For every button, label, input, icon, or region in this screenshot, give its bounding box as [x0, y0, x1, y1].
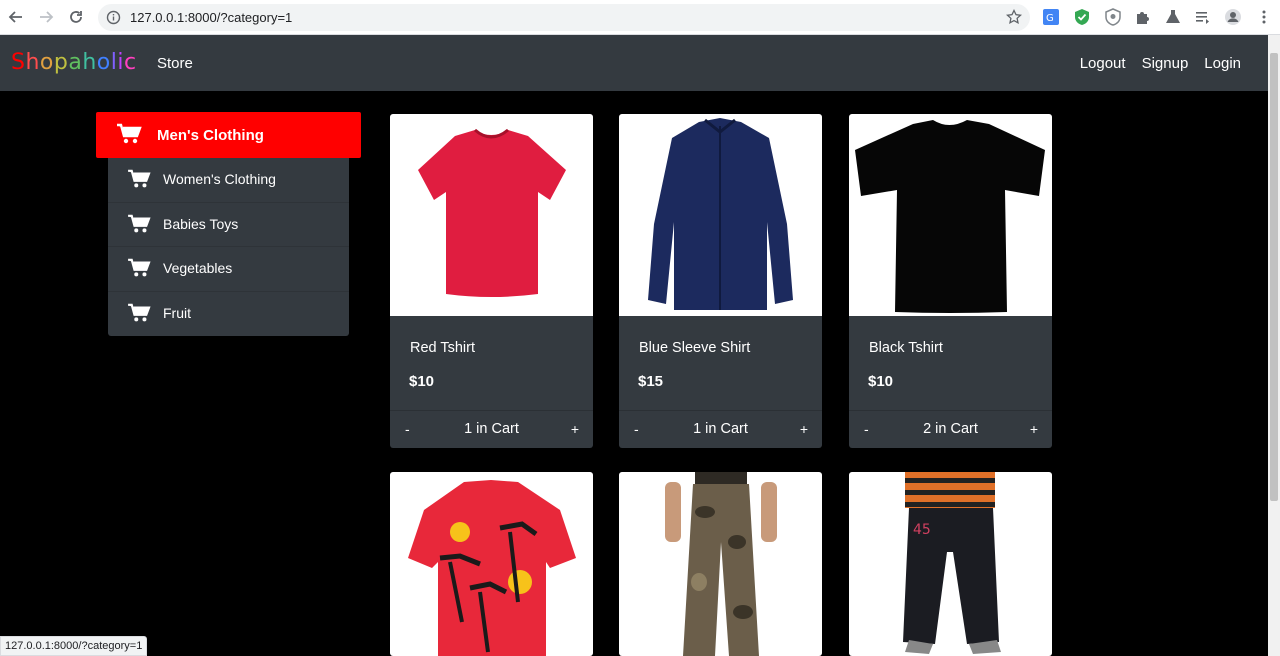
nav-store-link[interactable]: Store	[157, 55, 193, 72]
svg-text:G: G	[1046, 13, 1054, 24]
product-image-blue-sleeve-shirt[interactable]	[619, 114, 822, 316]
category-mens-clothing[interactable]: Men's Clothing	[96, 112, 361, 158]
brand-letter: l	[110, 50, 118, 75]
address-bar[interactable]: 127.0.0.1:8000/?category=1	[98, 4, 1030, 31]
cart-controls: - 1 in Cart +	[390, 410, 593, 448]
nav-auth-links: Logout Signup Login	[1080, 55, 1241, 72]
product-image-red-tshirt[interactable]	[390, 114, 593, 316]
cart-controls: - 1 in Cart +	[619, 410, 822, 448]
translate-icon[interactable]: G	[1042, 8, 1060, 26]
product-name: Blue Sleeve Shirt	[639, 340, 751, 356]
product-card	[619, 472, 822, 656]
category-babies-toys[interactable]: Babies Toys	[108, 203, 349, 247]
svg-text:45: 45	[913, 522, 931, 538]
category-list: Women's Clothing Babies Toys Vegetables …	[108, 158, 349, 336]
product-card: Blue Sleeve Shirt $15 - 1 in Cart +	[619, 114, 822, 448]
site-navbar: Shopaholic Store Logout Signup Login	[0, 35, 1268, 91]
product-card	[390, 472, 593, 656]
back-icon[interactable]	[6, 7, 26, 27]
product-price: $10	[868, 373, 894, 390]
brand-letter: h	[25, 50, 40, 75]
info-icon[interactable]	[106, 10, 121, 25]
cart-icon	[127, 258, 151, 283]
flask-icon[interactable]	[1164, 8, 1182, 26]
signup-link[interactable]: Signup	[1142, 55, 1189, 72]
forward-icon[interactable]	[36, 7, 56, 27]
page-scrollbar[interactable]	[1268, 35, 1280, 656]
cart-icon	[127, 169, 151, 194]
scrollbar-thumb[interactable]	[1270, 53, 1278, 501]
product-image-black-tshirt[interactable]	[849, 114, 1052, 316]
cart-icon	[116, 123, 142, 150]
cart-quantity: 1 in Cart	[464, 421, 519, 437]
product-image-hawaiian-shirt[interactable]	[390, 472, 593, 656]
brand-letter: o	[39, 50, 54, 75]
reload-icon[interactable]	[66, 7, 86, 27]
menu-dots-icon[interactable]	[1255, 8, 1273, 26]
url-text[interactable]: 127.0.0.1:8000/?category=1	[130, 10, 292, 25]
cart-quantity: 1 in Cart	[693, 421, 748, 437]
login-link[interactable]: Login	[1204, 55, 1241, 72]
increase-button[interactable]: +	[800, 421, 808, 437]
shield-icon[interactable]	[1104, 8, 1122, 26]
brand-letter: a	[68, 50, 83, 75]
brand-letter: o	[96, 50, 111, 75]
media-queue-icon[interactable]	[1194, 8, 1212, 26]
brand-letter: p	[53, 50, 69, 75]
brand-logo[interactable]: Shopaholic	[11, 50, 137, 75]
status-url-tooltip: 127.0.0.1:8000/?category=1	[0, 636, 148, 656]
product-card: Black Tshirt $10 - 2 in Cart +	[849, 114, 1052, 448]
product-image-camo-pants[interactable]	[619, 472, 822, 656]
product-card: Red Tshirt $10 - 1 in Cart +	[390, 114, 593, 448]
category-label: Men's Clothing	[157, 127, 264, 144]
product-price: $15	[638, 373, 664, 390]
category-vegetables[interactable]: Vegetables	[108, 247, 349, 292]
brand-letter: i	[117, 50, 125, 75]
shield-check-icon[interactable]	[1073, 8, 1091, 26]
brand-letter: c	[124, 50, 137, 75]
cart-icon	[127, 214, 151, 239]
logout-link[interactable]: Logout	[1080, 55, 1126, 72]
bookmark-star-icon[interactable]	[1006, 8, 1022, 25]
puzzle-icon[interactable]	[1134, 8, 1152, 26]
cart-quantity: 2 in Cart	[923, 421, 978, 437]
product-image-black-joggers[interactable]: 45	[849, 472, 1052, 656]
category-fruit[interactable]: Fruit	[108, 292, 349, 337]
browser-toolbar: 127.0.0.1:8000/?category=1 G	[0, 0, 1280, 35]
category-label: Women's Clothing	[163, 171, 276, 187]
category-womens-clothing[interactable]: Women's Clothing	[108, 158, 349, 203]
cart-controls: - 2 in Cart +	[849, 410, 1052, 448]
category-label: Babies Toys	[163, 215, 239, 232]
increase-button[interactable]: +	[1030, 421, 1038, 437]
category-label: Vegetables	[163, 260, 233, 276]
increase-button[interactable]: +	[571, 421, 579, 437]
product-name: Red Tshirt	[410, 340, 476, 356]
product-name: Black Tshirt	[869, 340, 943, 356]
profile-avatar-icon[interactable]	[1224, 8, 1242, 26]
product-price: $10	[409, 373, 435, 390]
category-label: Fruit	[163, 304, 191, 321]
brand-letter: S	[11, 50, 26, 75]
cart-icon	[127, 303, 151, 328]
brand-letter: h	[82, 50, 97, 75]
product-card: 45	[849, 472, 1052, 656]
